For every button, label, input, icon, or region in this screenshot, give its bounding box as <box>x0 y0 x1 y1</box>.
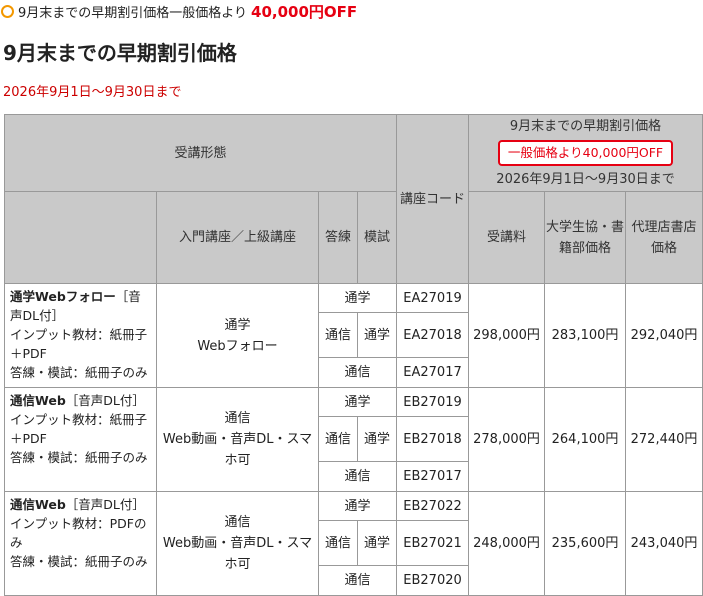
discount-period: 2026年9月1日〜9月30日まで <box>3 85 182 100</box>
option-top: 通学 <box>317 491 398 521</box>
promo-banner-text: 9月末までの早期割引価格一般価格より <box>18 5 248 21</box>
course-code: EB27020 <box>396 565 470 596</box>
course-input-material: インプット教材：紙冊子＋PDF <box>10 412 148 446</box>
course-drill-material: 答練・模試：紙冊子のみ <box>10 450 148 465</box>
course-input-material: インプット教材：PDFのみ <box>10 516 147 550</box>
agency-price-cell: 272,440円 <box>625 387 703 492</box>
header-format: 受講形態 <box>3 114 398 192</box>
course-title: 通信Web <box>10 393 66 408</box>
promo-banner: 9月末までの早期割引価格一般価格より 40,000円OFF <box>0 0 357 22</box>
option-mid-mock: 通学 <box>356 520 398 566</box>
header-agency: 代理店書店価格 <box>625 191 703 284</box>
course-code: EA27019 <box>396 283 470 313</box>
course-code: EA27017 <box>396 357 470 388</box>
fee-cell: 278,000円 <box>468 387 546 492</box>
option-bottom: 通信 <box>317 461 398 492</box>
course-info: 通信Web［音声DL付］ インプット教材：紙冊子＋PDF 答練・模試：紙冊子のみ <box>4 387 157 492</box>
course-info: 通信Web［音声DL付］ インプット教材：PDFのみ 答練・模試：紙冊子のみ <box>4 491 157 596</box>
header-early-discount: 9月末までの早期割引価格 一般価格より40,000円OFF 2026年9月1日〜… <box>468 114 703 192</box>
table-row: 通信Web［音声DL付］ インプット教材：PDFのみ 答練・模試：紙冊子のみ 通… <box>4 491 703 596</box>
option-bottom: 通信 <box>317 357 398 388</box>
course-drill-material: 答練・模試：紙冊子のみ <box>10 365 148 380</box>
university-price-cell: 264,100円 <box>544 387 627 492</box>
fee-cell: 248,000円 <box>468 491 546 596</box>
page-title: 9月末までの早期割引価格 <box>3 41 237 65</box>
header-mock: 模試 <box>356 191 398 284</box>
course-entry-mode: 通信 Web動画・音声DL・スマホ可 <box>156 387 319 492</box>
course-code: EB27021 <box>396 520 470 566</box>
option-mid-drill: 通信 <box>318 312 358 358</box>
option-top: 通学 <box>317 387 398 417</box>
header-entry-level: 入門講座／上級講座 <box>156 191 319 284</box>
header-drill: 答練 <box>318 191 358 284</box>
promo-banner-discount: 40,000円OFF <box>251 2 358 21</box>
course-info: 通学Webフォロー［音声DL付］ インプット教材：紙冊子＋PDF 答練・模試：紙… <box>4 283 157 388</box>
university-price-cell: 235,600円 <box>544 491 627 596</box>
header-course-code: 講座コード <box>396 114 470 284</box>
course-input-material: インプット教材：紙冊子＋PDF <box>10 327 148 361</box>
fee-cell: 298,000円 <box>468 283 546 388</box>
option-top: 通学 <box>317 283 398 313</box>
option-mid-drill: 通信 <box>318 520 358 566</box>
option-bottom: 通信 <box>317 565 398 596</box>
course-code: EB27018 <box>396 416 470 462</box>
course-audio-note: ［音声DL付］ <box>65 497 145 512</box>
course-title: 通信Web <box>10 497 66 512</box>
early-discount-title: 9月末までの早期割引価格 <box>509 119 662 134</box>
table-row: 通学Webフォロー［音声DL付］ インプット教材：紙冊子＋PDF 答練・模試：紙… <box>4 283 703 388</box>
university-price-cell: 283,100円 <box>544 283 627 388</box>
price-table: 受講形態 講座コード 9月末までの早期割引価格 一般価格より40,000円OFF… <box>3 114 703 596</box>
course-code: EB27019 <box>396 387 470 417</box>
table-row: 通信Web［音声DL付］ インプット教材：紙冊子＋PDF 答練・模試：紙冊子のみ… <box>4 387 703 492</box>
course-title: 通学Webフォロー <box>10 289 116 304</box>
option-mid-drill: 通信 <box>318 416 358 462</box>
early-discount-period: 2026年9月1日〜9月30日まで <box>496 172 675 187</box>
course-code: EA27018 <box>396 312 470 358</box>
course-entry-mode: 通学 Webフォロー <box>156 283 319 388</box>
course-audio-note: ［音声DL付］ <box>65 393 145 408</box>
header-university-coop: 大学生協・書籍部価格 <box>544 191 627 284</box>
discount-badge: 一般価格より40,000円OFF <box>497 140 674 166</box>
header-fee: 受講料 <box>468 191 546 284</box>
course-entry-mode: 通信 Web動画・音声DL・スマホ可 <box>156 491 319 596</box>
agency-price-cell: 292,040円 <box>625 283 703 388</box>
option-mid-mock: 通学 <box>356 416 398 462</box>
option-mid-mock: 通学 <box>356 312 398 358</box>
bullet-circle-icon <box>1 4 14 18</box>
agency-price-cell: 243,040円 <box>625 491 703 596</box>
course-code: EB27022 <box>396 491 470 521</box>
course-code: EB27017 <box>396 461 470 492</box>
course-drill-material: 答練・模試：紙冊子のみ <box>10 554 148 569</box>
